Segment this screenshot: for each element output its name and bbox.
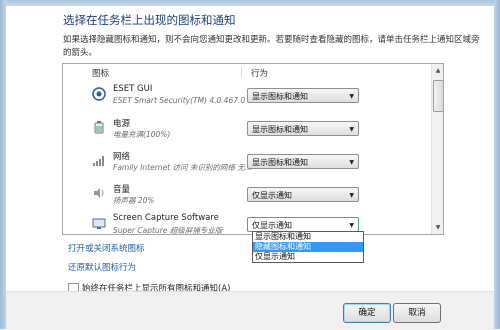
- dialog-heading: 选择在任务栏上出现的图标和通知: [63, 13, 236, 27]
- row-title: 网络: [113, 152, 131, 162]
- list-column-header: 图标 行为: [63, 64, 431, 79]
- behavior-dropdown-list: 显示图标和通知 隐藏图标和通知 仅显示通知: [252, 231, 364, 263]
- chevron-down-icon: ▼: [349, 126, 354, 133]
- behavior-select-volume[interactable]: 仅显示通知 ▼: [247, 187, 359, 202]
- restore-default-link[interactable]: 还原默认图标行为: [68, 261, 136, 273]
- dropdown-option-highlighted[interactable]: 隐藏图标和通知: [253, 242, 363, 252]
- cancel-button[interactable]: 取消: [393, 303, 441, 323]
- dropdown-option[interactable]: 仅显示通知: [253, 252, 363, 262]
- list-item-volume[interactable]: 音量 扬声器 20% 仅显示通知 ▼: [63, 180, 431, 212]
- behavior-select-value: 仅显示通知: [252, 191, 292, 200]
- column-header-behavior[interactable]: 行为: [251, 67, 268, 79]
- list-item-power[interactable]: 电源 电量充满(100%) 显示图标和通知 ▼: [63, 114, 431, 146]
- ok-button[interactable]: 确定: [343, 303, 391, 323]
- list-item-network[interactable]: 网络 Family Internet 访问 未识别的网络 无... 显示图标和通…: [63, 147, 431, 179]
- chevron-down-icon: ▼: [349, 93, 354, 100]
- scroll-down-arrow-icon[interactable]: ▼: [433, 222, 443, 233]
- list-scrollbar[interactable]: ▲ ▼: [431, 64, 443, 234]
- window-frame-right: [494, 0, 500, 329]
- behavior-select-screen-capture[interactable]: 仅显示通知 ▼: [247, 217, 359, 232]
- row-subtitle: Super Capture 超级屏捕专业版: [113, 226, 223, 235]
- row-title: 音量: [113, 185, 131, 195]
- row-title: Screen Capture Software: [113, 213, 219, 223]
- behavior-select-power[interactable]: 显示图标和通知 ▼: [247, 121, 359, 136]
- battery-icon: [92, 120, 106, 134]
- behavior-select-eset[interactable]: 显示图标和通知 ▼: [247, 88, 359, 103]
- behavior-select-value: 显示图标和通知: [252, 125, 308, 134]
- row-subtitle: Family Internet 访问 未识别的网络 无...: [113, 163, 252, 172]
- chevron-down-icon: ▼: [349, 192, 354, 199]
- row-title: ESET GUI: [113, 84, 153, 94]
- list-item-screen-capture[interactable]: Screen Capture Software Super Capture 超级…: [63, 210, 431, 235]
- behavior-select-network[interactable]: 显示图标和通知 ▼: [247, 154, 359, 169]
- network-icon: [92, 153, 106, 167]
- behavior-select-value: 显示图标和通知: [252, 92, 308, 101]
- row-subtitle: 扬声器 20%: [113, 196, 155, 205]
- chevron-down-icon: ▼: [349, 159, 354, 166]
- notification-icons-list: 图标 行为 ESET GUI ESET Smart Security(TM) 4…: [62, 63, 444, 235]
- scroll-up-arrow-icon[interactable]: ▲: [433, 65, 443, 76]
- list-item-eset[interactable]: ESET GUI ESET Smart Security(TM) 4.0.467…: [63, 81, 431, 113]
- dialog-content: 选择在任务栏上出现的图标和通知 如果选择隐藏图标和通知，则不会向您通知更改和更新…: [6, 6, 494, 294]
- system-icons-link[interactable]: 打开或关闭系统图标: [68, 242, 145, 254]
- dialog-description: 如果选择隐藏图标和通知，则不会向您通知更改和更新。若要随时查看隐藏的图标，请单击…: [63, 35, 480, 58]
- speaker-icon: [92, 186, 106, 200]
- scroll-thumb[interactable]: [433, 80, 443, 112]
- row-subtitle: 电量充满(100%): [113, 130, 171, 139]
- dropdown-option[interactable]: 显示图标和通知: [253, 232, 363, 242]
- row-subtitle: ESET Smart Security(TM) 4.0.467.0 ...: [113, 96, 255, 105]
- column-divider: [241, 66, 242, 77]
- behavior-select-value: 仅显示通知: [252, 221, 292, 230]
- row-title: 电源: [113, 119, 131, 129]
- eset-icon: [92, 87, 106, 101]
- column-header-icons[interactable]: 图标: [92, 67, 109, 79]
- dialog-footer: 确定 取消: [6, 291, 494, 330]
- screen-capture-icon: [92, 216, 106, 230]
- behavior-select-value: 显示图标和通知: [252, 158, 308, 167]
